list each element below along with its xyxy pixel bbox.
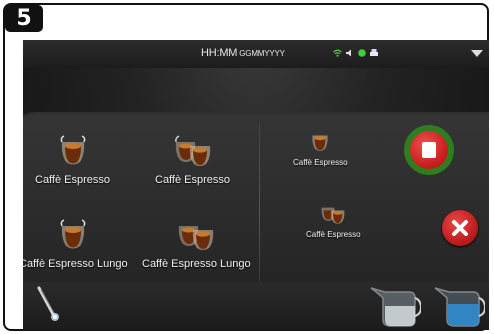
stop-icon <box>422 142 436 158</box>
clock: HH:MM GGMMYYYY <box>201 47 285 59</box>
close-icon <box>452 220 468 236</box>
beverage-label: Caffè Espresso <box>293 158 348 167</box>
beverage-item-double-espresso[interactable]: Caffè Espresso <box>155 134 230 186</box>
bottom-bar <box>23 282 489 330</box>
beverage-label: Caffè Espresso <box>35 174 111 186</box>
printer-icon <box>370 49 378 56</box>
date: GGMMYYYY <box>239 49 285 58</box>
single-cup-icon <box>60 135 85 165</box>
beverage-item-espresso-lungo[interactable]: Caffè Espresso Lungo <box>23 218 128 270</box>
panel-divider <box>259 124 260 304</box>
beverage-item-espresso[interactable]: Caffè Espresso <box>35 134 110 186</box>
single-cup-icon <box>60 219 86 249</box>
beverage-label: Caffè Espresso Lungo <box>23 258 128 270</box>
step-number: 5 <box>5 5 43 32</box>
speaker-icon <box>346 49 351 57</box>
beverage-item-espresso-right[interactable]: Caffè Espresso <box>293 130 348 167</box>
cancel-button[interactable] <box>442 210 478 246</box>
beverage-item-double-espresso-right[interactable]: Caffè Espresso <box>306 202 361 239</box>
double-cup-icon <box>179 226 214 250</box>
double-cup-icon <box>321 207 345 224</box>
beverage-item-double-espresso-lungo[interactable]: Caffè Espresso Lungo <box>142 218 251 270</box>
time: HH:MM <box>201 47 238 59</box>
stop-button-inner <box>410 131 448 169</box>
beverage-label: Caffè Espresso Lungo <box>142 258 251 270</box>
water-jug-icon[interactable] <box>433 282 485 328</box>
milk-jug-icon[interactable] <box>369 282 421 328</box>
beverage-label: Caffè Espresso <box>155 174 231 186</box>
beverage-label: Caffè Espresso <box>306 230 361 239</box>
status-bar: HH:MM GGMMYYYY <box>23 40 489 68</box>
double-cup-icon <box>174 135 210 166</box>
steam-wand-icon[interactable] <box>35 286 65 326</box>
wifi-icon <box>333 49 342 57</box>
single-cup-icon <box>312 135 328 151</box>
stop-button[interactable] <box>404 125 454 175</box>
green-status-icon <box>358 49 366 57</box>
machine-screen: HH:MM GGMMYYYY Caffè Espresso Caffè Espr… <box>23 40 489 330</box>
chevron-down-icon[interactable] <box>471 50 483 57</box>
status-icons <box>333 49 378 57</box>
